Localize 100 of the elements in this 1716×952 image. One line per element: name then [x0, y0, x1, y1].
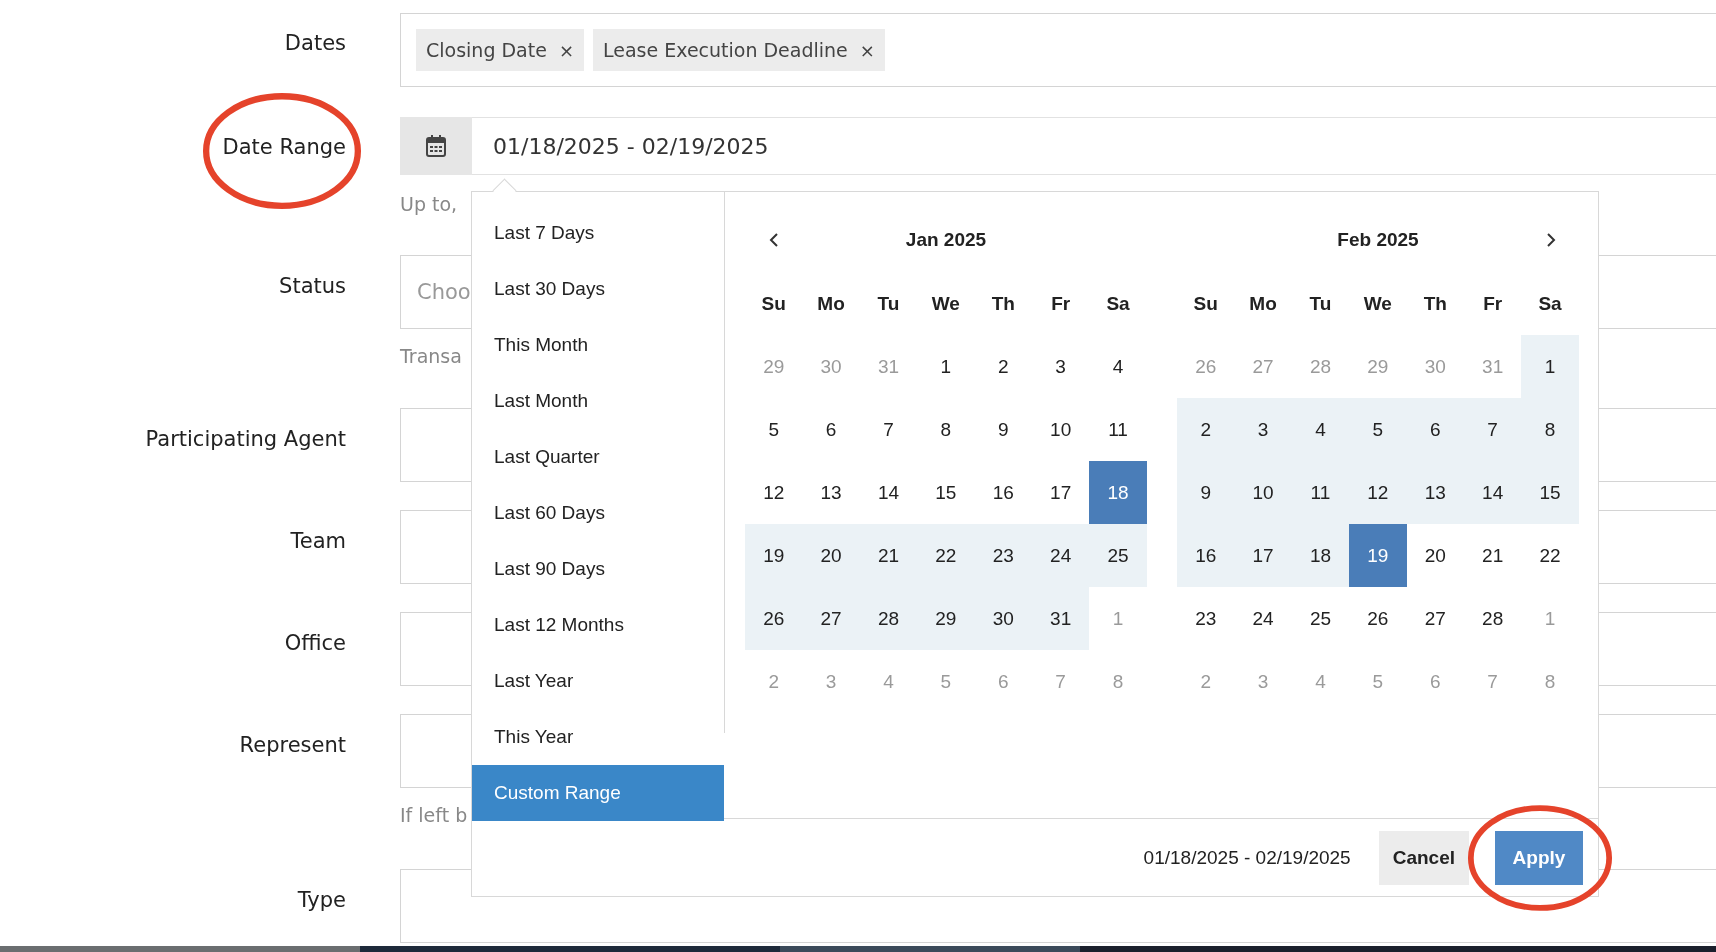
day-cell[interactable]: 26: [1349, 587, 1407, 650]
weekday-header: Sa: [1537, 291, 1563, 316]
day-cell[interactable]: 16: [1177, 524, 1235, 587]
next-month-button[interactable]: [1544, 232, 1557, 248]
day-cell[interactable]: 12: [1349, 461, 1407, 524]
day-cell[interactable]: 7: [859, 398, 918, 461]
day-cell[interactable]: 14: [1463, 461, 1522, 524]
range-option[interactable]: Last Year: [472, 653, 724, 709]
day-cell[interactable]: 14: [859, 461, 918, 524]
day-cell[interactable]: 7: [1463, 398, 1522, 461]
month-title: Jan 2025: [904, 229, 988, 251]
day-cell[interactable]: 21: [1463, 524, 1522, 587]
day-cell[interactable]: 19: [745, 524, 803, 587]
day-cell[interactable]: 20: [1406, 524, 1464, 587]
day-cell[interactable]: 5: [1349, 398, 1407, 461]
day-cell[interactable]: 1: [1521, 335, 1579, 398]
remove-tag-button[interactable]: ×: [558, 39, 574, 61]
day-cell[interactable]: 10: [1031, 398, 1090, 461]
day-cell[interactable]: 2: [974, 335, 1032, 398]
day-cell[interactable]: 30: [974, 587, 1032, 650]
day-cell[interactable]: 23: [974, 524, 1032, 587]
remove-tag-button[interactable]: ×: [859, 39, 875, 61]
weekday-header: Fr: [1482, 291, 1504, 316]
tags-field[interactable]: Closing Date × Lease Execution Deadline ×: [400, 13, 1716, 87]
apply-button[interactable]: Apply: [1495, 830, 1583, 885]
day-cell[interactable]: 22: [1521, 524, 1579, 587]
weekday-header: Th: [1422, 291, 1448, 316]
weekday-header: Su: [1192, 291, 1219, 316]
day-cell[interactable]: 1: [917, 335, 975, 398]
field-label: Date Range: [222, 134, 346, 161]
day-cell[interactable]: 17: [1031, 461, 1090, 524]
day-cell[interactable]: 4: [1089, 335, 1147, 398]
range-option[interactable]: Last 7 Days: [472, 205, 724, 261]
day-cell[interactable]: 25: [1291, 587, 1350, 650]
tag-label: Closing Date: [426, 39, 547, 61]
day-cell[interactable]: 13: [802, 461, 860, 524]
day-cell[interactable]: 24: [1234, 587, 1292, 650]
day-cell[interactable]: 11: [1291, 461, 1350, 524]
calendar-icon: [425, 134, 447, 158]
selected-range-text: 01/18/2025 - 02/19/2025: [1143, 846, 1351, 869]
previous-month-button[interactable]: [767, 232, 780, 248]
field-label: Team: [290, 528, 346, 555]
day-cell[interactable]: 4: [1291, 398, 1350, 461]
range-option[interactable]: Last 60 Days: [472, 485, 724, 541]
range-option[interactable]: Last Month: [472, 373, 724, 429]
day-cell[interactable]: 31: [1031, 587, 1090, 650]
day-cell[interactable]: 2: [1177, 398, 1235, 461]
day-cell[interactable]: 8: [1521, 398, 1579, 461]
range-option[interactable]: Last Quarter: [472, 429, 724, 485]
cancel-button[interactable]: Cancel: [1378, 830, 1469, 885]
day-cell[interactable]: 15: [917, 461, 975, 524]
day-cell[interactable]: 8: [917, 398, 975, 461]
range-option[interactable]: This Month: [472, 317, 724, 373]
help-text: Up to,: [400, 192, 458, 217]
day-cell[interactable]: 24: [1031, 524, 1090, 587]
day-cell[interactable]: 5: [745, 398, 803, 461]
day-cell[interactable]: 10: [1234, 461, 1292, 524]
field-label: Status: [279, 273, 346, 300]
day-cell[interactable]: 29: [917, 587, 975, 650]
day-cell[interactable]: 12: [745, 461, 803, 524]
field-label: Office: [284, 630, 346, 657]
range-option[interactable]: Last 90 Days: [472, 541, 724, 597]
day-cell[interactable]: 25: [1089, 524, 1147, 587]
day-cell[interactable]: 28: [1463, 587, 1522, 650]
day-cell[interactable]: 18: [1089, 461, 1147, 524]
range-option[interactable]: This Year: [472, 709, 724, 765]
day-cell[interactable]: 21: [859, 524, 918, 587]
day-cell[interactable]: 26: [745, 587, 803, 650]
day-cell[interactable]: 16: [974, 461, 1032, 524]
range-option[interactable]: Last 12 Months: [472, 597, 724, 653]
day-cell[interactable]: 17: [1234, 524, 1292, 587]
day-cell[interactable]: 6: [1406, 398, 1464, 461]
day-cell[interactable]: 11: [1089, 398, 1147, 461]
weekday-header: Th: [990, 291, 1016, 316]
date-range-input[interactable]: 01/18/2025 - 02/19/2025: [472, 117, 1716, 175]
day-cell[interactable]: 9: [974, 398, 1032, 461]
day-cell[interactable]: 3: [1234, 398, 1292, 461]
weekday-header: Su: [760, 291, 787, 316]
day-cell[interactable]: 19: [1349, 524, 1407, 587]
day-cell[interactable]: 18: [1291, 524, 1350, 587]
day-cell[interactable]: 22: [917, 524, 975, 587]
field-label: Participating Agent: [145, 426, 346, 453]
range-option[interactable]: Custom Range: [472, 765, 724, 821]
day-cell[interactable]: 13: [1406, 461, 1464, 524]
day-cell[interactable]: 20: [802, 524, 860, 587]
weekday-header: Sa: [1105, 291, 1131, 316]
calendar-button[interactable]: [400, 117, 472, 175]
day-cell[interactable]: 27: [802, 587, 860, 650]
field-label: Dates: [284, 30, 346, 57]
tag-label: Lease Execution Deadline: [603, 39, 848, 61]
day-cell[interactable]: 28: [859, 587, 918, 650]
weekday-header: We: [930, 291, 961, 316]
day-cell[interactable]: 3: [1031, 335, 1090, 398]
month-title: Feb 2025: [1336, 229, 1420, 251]
weekday-header: Fr: [1050, 291, 1072, 316]
day-cell[interactable]: 6: [802, 398, 860, 461]
day-cell[interactable]: 23: [1177, 587, 1235, 650]
day-cell[interactable]: 27: [1406, 587, 1464, 650]
day-cell[interactable]: 15: [1521, 461, 1579, 524]
day-cell[interactable]: 9: [1177, 461, 1235, 524]
